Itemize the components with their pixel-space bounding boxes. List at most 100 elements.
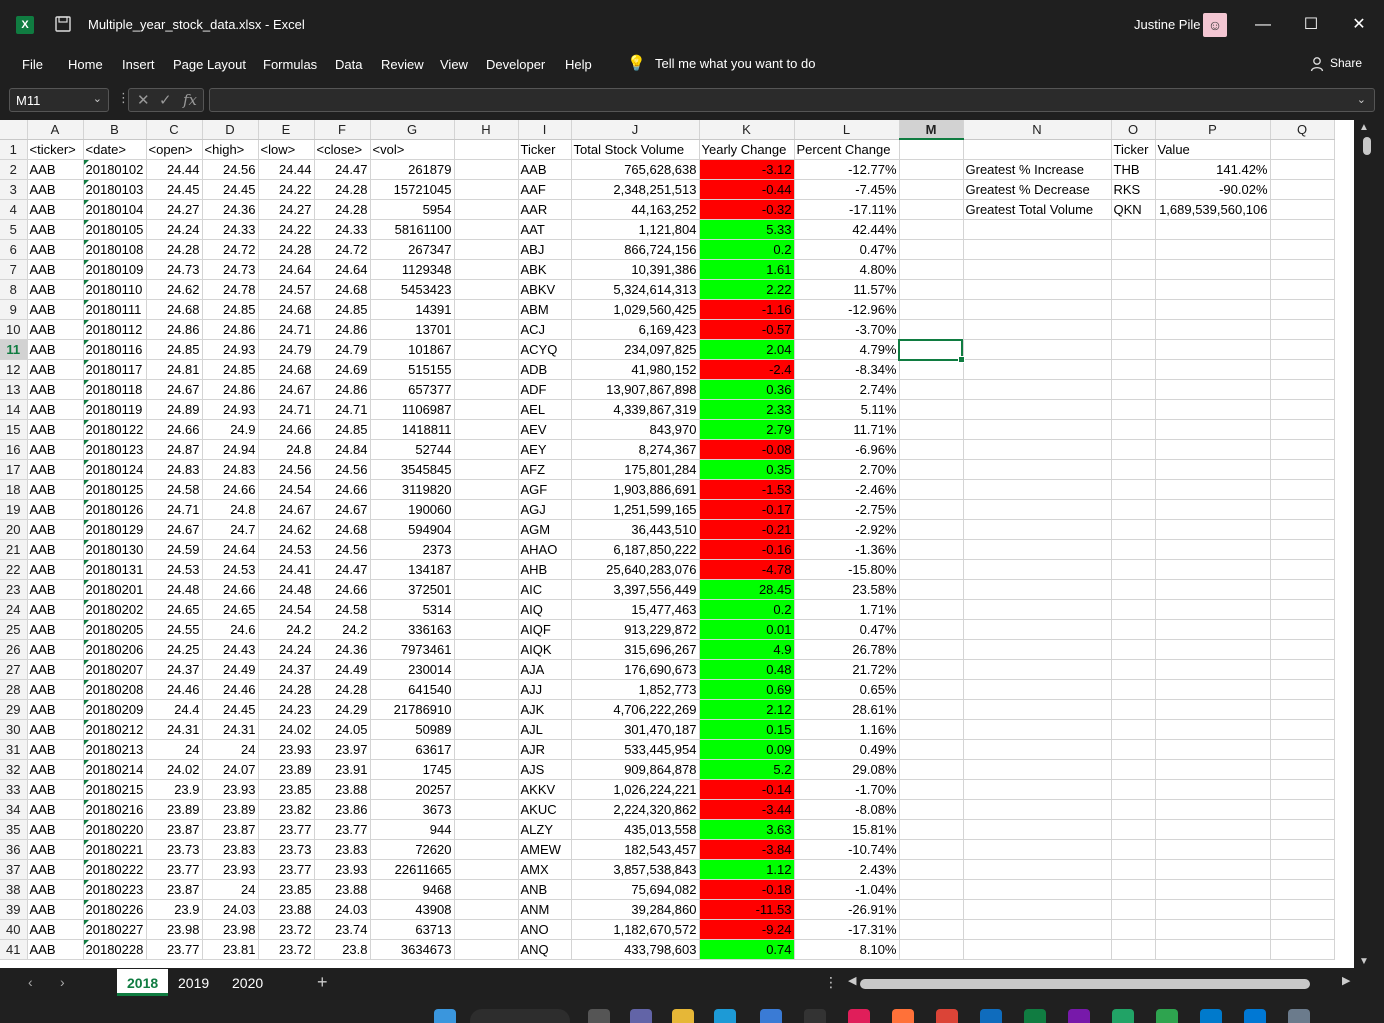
cell-p7[interactable] [1155, 259, 1271, 280]
row-header[interactable]: 1 [0, 139, 28, 160]
menu-insert[interactable]: Insert [122, 57, 155, 72]
cell-c24[interactable]: 24.65 [146, 599, 203, 620]
cell-i15[interactable]: AEV [518, 419, 572, 440]
cell-o7[interactable] [1111, 259, 1156, 280]
cell-n4[interactable]: Greatest Total Volume [963, 199, 1112, 220]
cell-l20[interactable]: -2.92% [794, 519, 900, 540]
cell-k17[interactable]: 0.35 [699, 459, 795, 480]
row-header[interactable]: 30 [0, 719, 28, 740]
cell-a2[interactable]: AAB [27, 159, 84, 180]
cell-d21[interactable]: 24.64 [202, 539, 259, 560]
cell-c16[interactable]: 24.87 [146, 439, 203, 460]
row-header[interactable]: 39 [0, 899, 28, 920]
column-header-f[interactable]: F [314, 120, 371, 140]
scroll-up-icon[interactable]: ▲ [1359, 122, 1369, 133]
cell-n2[interactable]: Greatest % Increase [963, 159, 1112, 180]
row-header[interactable]: 36 [0, 839, 28, 860]
cell-f23[interactable]: 24.66 [314, 579, 371, 600]
function-icon[interactable]: fx [183, 91, 197, 109]
cell-l7[interactable]: 4.80% [794, 259, 900, 280]
cell-a26[interactable]: AAB [27, 639, 84, 660]
cell-i20[interactable]: AGM [518, 519, 572, 540]
cell-p26[interactable] [1155, 639, 1271, 660]
cell-m2[interactable] [899, 159, 964, 180]
cell-e25[interactable]: 24.2 [258, 619, 315, 640]
cell-g25[interactable]: 336163 [370, 619, 455, 640]
cell-o20[interactable] [1111, 519, 1156, 540]
cell-n21[interactable] [963, 539, 1112, 560]
cell-b7[interactable]: 20180109 [83, 259, 147, 280]
scroll-left-icon[interactable]: ◀ [848, 974, 856, 987]
row-header[interactable]: 18 [0, 479, 28, 500]
row-header[interactable]: 3 [0, 179, 28, 200]
cell-k35[interactable]: 3.63 [699, 819, 795, 840]
cell-p41[interactable] [1155, 939, 1271, 960]
cell-b9[interactable]: 20180111 [83, 299, 147, 320]
cell-g29[interactable]: 21786910 [370, 699, 455, 720]
cell-h19[interactable] [454, 499, 519, 520]
cell-p13[interactable] [1155, 379, 1271, 400]
cell-e14[interactable]: 24.71 [258, 399, 315, 420]
tab-2018[interactable]: 2018 [117, 969, 169, 996]
cell-i6[interactable]: ABJ [518, 239, 572, 260]
cell-p8[interactable] [1155, 279, 1271, 300]
cell-i18[interactable]: AGF [518, 479, 572, 500]
cell-p21[interactable] [1155, 539, 1271, 560]
cell-a36[interactable]: AAB [27, 839, 84, 860]
cell-h9[interactable] [454, 299, 519, 320]
row-header[interactable]: 31 [0, 739, 28, 760]
cell-b10[interactable]: 20180112 [83, 319, 147, 340]
row-header[interactable]: 7 [0, 259, 28, 280]
cell-p11[interactable] [1155, 339, 1271, 360]
cell-p12[interactable] [1155, 359, 1271, 380]
cell-d19[interactable]: 24.8 [202, 499, 259, 520]
chrome-icon[interactable] [936, 1009, 958, 1023]
cell-table[interactable]: A B C D E F G H I J K L M N O P Q 1 <ticker> <date> <open> <h… [0, 120, 1335, 960]
cell-a19[interactable]: AAB [27, 499, 84, 520]
cell-l13[interactable]: 2.74% [794, 379, 900, 400]
cell-n39[interactable] [963, 899, 1112, 920]
windows-start-icon[interactable] [434, 1009, 456, 1023]
cell-o1[interactable]: Ticker [1111, 139, 1156, 160]
cell-p4[interactable]: 1,689,539,560,106 [1155, 199, 1271, 220]
share-button[interactable]: Share [1330, 56, 1362, 70]
menu-developer[interactable]: Developer [486, 57, 545, 72]
cell-h26[interactable] [454, 639, 519, 660]
cell-i33[interactable]: AKKV [518, 779, 572, 800]
cell-p39[interactable] [1155, 899, 1271, 920]
cell-f19[interactable]: 24.67 [314, 499, 371, 520]
column-header-h[interactable]: H [454, 120, 519, 140]
cell-d11[interactable]: 24.93 [202, 339, 259, 360]
cell-d33[interactable]: 23.93 [202, 779, 259, 800]
cell-b4[interactable]: 20180104 [83, 199, 147, 220]
cell-d36[interactable]: 23.83 [202, 839, 259, 860]
row-header[interactable]: 29 [0, 699, 28, 720]
cell-e13[interactable]: 24.67 [258, 379, 315, 400]
cell-d39[interactable]: 24.03 [202, 899, 259, 920]
cell-i23[interactable]: AIC [518, 579, 572, 600]
cell-l17[interactable]: 2.70% [794, 459, 900, 480]
cell-i14[interactable]: AEL [518, 399, 572, 420]
cell-i17[interactable]: AFZ [518, 459, 572, 480]
cell-i2[interactable]: AAB [518, 159, 572, 180]
cell-c37[interactable]: 23.77 [146, 859, 203, 880]
cell-j41[interactable]: 433,798,603 [571, 939, 700, 960]
cell-l5[interactable]: 42.44% [794, 219, 900, 240]
cell-g35[interactable]: 944 [370, 819, 455, 840]
tab-2019[interactable]: 2019 [168, 969, 219, 996]
cell-i28[interactable]: AJJ [518, 679, 572, 700]
user-name[interactable]: Justine Pile [1134, 17, 1200, 32]
cell-a30[interactable]: AAB [27, 719, 84, 740]
cell-f29[interactable]: 24.29 [314, 699, 371, 720]
cell-o28[interactable] [1111, 679, 1156, 700]
cell-p19[interactable] [1155, 499, 1271, 520]
cell-d13[interactable]: 24.86 [202, 379, 259, 400]
scroll-thumb[interactable] [860, 979, 1310, 989]
cell-o6[interactable] [1111, 239, 1156, 260]
cell-g40[interactable]: 63713 [370, 919, 455, 940]
cell-i36[interactable]: AMEW [518, 839, 572, 860]
cell-d29[interactable]: 24.45 [202, 699, 259, 720]
cell-c11[interactable]: 24.85 [146, 339, 203, 360]
cell-d10[interactable]: 24.86 [202, 319, 259, 340]
cell-k24[interactable]: 0.2 [699, 599, 795, 620]
